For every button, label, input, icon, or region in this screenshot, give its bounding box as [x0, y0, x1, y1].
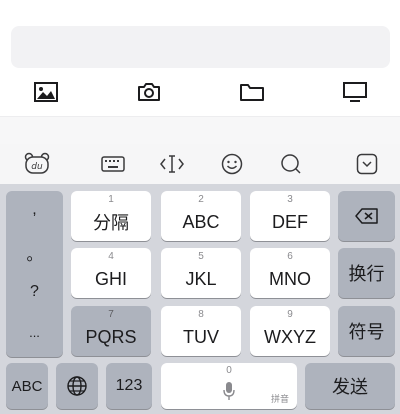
newline-label: 换行: [348, 264, 385, 284]
screen-button[interactable]: [337, 76, 373, 108]
punct-ellipsis[interactable]: ...: [6, 325, 63, 340]
message-input[interactable]: [11, 26, 390, 68]
key-8-tuv[interactable]: 8 TUV: [161, 306, 241, 356]
key-number: 9: [287, 309, 293, 320]
key-label: 分隔: [93, 213, 129, 233]
abc-switch-label: ABC: [11, 377, 43, 395]
send-key[interactable]: 发送: [305, 363, 395, 409]
symbols-label: 符号: [348, 322, 385, 342]
key-number: 3: [287, 194, 293, 205]
space-key[interactable]: 0 拼音: [161, 363, 297, 409]
nine-key-keyboard: , 。 ? ... 1 分隔 2 ABC 3 DEF 4 GHI 5 JKL 6…: [0, 184, 400, 414]
key-3-def[interactable]: 3 DEF: [250, 191, 330, 241]
key-number: 2: [198, 194, 204, 205]
key-label: JKL: [185, 268, 217, 289]
key-number: 1: [108, 194, 114, 205]
symbols-key[interactable]: 符号: [338, 306, 395, 356]
attachment-row: [0, 70, 400, 114]
image-button[interactable]: [28, 76, 64, 108]
collapse-keyboard-icon: [356, 153, 378, 175]
key-2-abc[interactable]: 2 ABC: [161, 191, 241, 241]
send-label: 发送: [332, 377, 368, 397]
keyboard-toolbar: du: [0, 144, 400, 184]
numbers-key[interactable]: 123: [106, 363, 152, 409]
keyboard-switch-button[interactable]: [98, 150, 128, 178]
key-label: TUV: [183, 326, 219, 347]
cursor-move-icon: [160, 155, 184, 173]
collapse-keyboard-button[interactable]: [352, 150, 382, 178]
key-label: WXYZ: [264, 326, 316, 347]
key-number: 6: [287, 251, 293, 262]
camera-button[interactable]: [131, 76, 167, 108]
key-5-jkl[interactable]: 5 JKL: [161, 248, 241, 298]
compose-area: [0, 0, 400, 118]
key-number: 7: [108, 309, 114, 320]
folder-icon: [240, 84, 264, 101]
svg-text:du: du: [31, 162, 43, 172]
key-7-pqrs[interactable]: 7 PQRS: [71, 306, 151, 356]
key-number: 8: [198, 309, 204, 320]
key-9-wxyz[interactable]: 9 WXYZ: [250, 306, 330, 356]
monitor-icon: [343, 82, 367, 102]
key-label: PQRS: [85, 326, 137, 347]
key-label: MNO: [269, 268, 311, 289]
key-4-ghi[interactable]: 4 GHI: [71, 248, 151, 298]
key-label: GHI: [94, 268, 127, 289]
ime-logo-button[interactable]: du: [22, 150, 52, 178]
punct-question[interactable]: ?: [6, 283, 63, 301]
search-icon: [281, 154, 301, 174]
delete-backspace-icon: [354, 208, 378, 224]
punctuation-column[interactable]: , 。 ? ...: [6, 191, 63, 357]
key-number: 5: [198, 251, 204, 262]
punct-period[interactable]: 。: [6, 241, 63, 265]
search-button[interactable]: [276, 150, 306, 178]
pinyin-hint: 拼音: [270, 394, 289, 404]
bear-logo-icon: du: [24, 152, 50, 174]
delete-key[interactable]: [338, 191, 395, 241]
divider: [0, 116, 400, 144]
abc-switch-key[interactable]: ABC: [6, 363, 48, 409]
punct-comma[interactable]: ,: [6, 201, 63, 219]
globe-key[interactable]: [56, 363, 98, 409]
camera-icon: [138, 83, 160, 101]
cursor-control-button[interactable]: [157, 150, 187, 178]
image-icon: [34, 82, 58, 102]
key-1-separator[interactable]: 1 分隔: [71, 191, 151, 241]
key-label: ABC: [182, 211, 220, 232]
emoji-icon: [221, 153, 243, 175]
emoji-button[interactable]: [217, 150, 247, 178]
keyboard-icon: [101, 156, 125, 172]
key-label: DEF: [272, 211, 308, 232]
numbers-label: 123: [115, 377, 143, 394]
key-number: 4: [108, 251, 114, 262]
microphone-icon: [223, 382, 235, 400]
folder-button[interactable]: [234, 76, 270, 108]
key-6-mno[interactable]: 6 MNO: [250, 248, 330, 298]
key-number: 0: [226, 365, 232, 376]
newline-key[interactable]: 换行: [338, 248, 395, 298]
globe-icon: [67, 376, 87, 396]
